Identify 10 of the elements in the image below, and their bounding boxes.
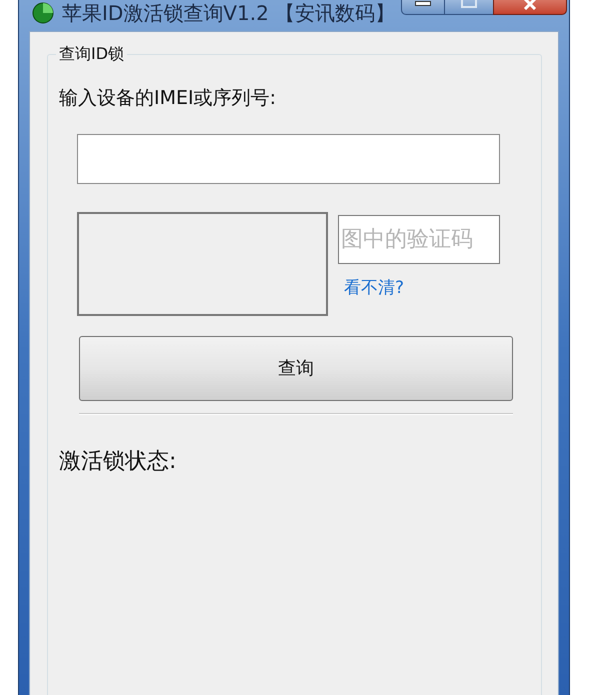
close-icon [523, 0, 537, 10]
refresh-captcha-link[interactable]: 看不清? [344, 276, 404, 301]
app-icon [32, 2, 54, 24]
query-button[interactable]: 查询 [79, 336, 513, 400]
minimize-icon [415, 1, 431, 6]
imei-label: 输入设备的IMEI或序列号: [59, 86, 278, 111]
captcha-field[interactable]: 图中的验证码 [338, 214, 500, 264]
imei-field[interactable] [77, 134, 500, 184]
status-label: 激活锁状态: [59, 448, 178, 476]
window-title: 苹果ID激活锁查询V1.2 【安讯数码】 [62, 0, 396, 27]
